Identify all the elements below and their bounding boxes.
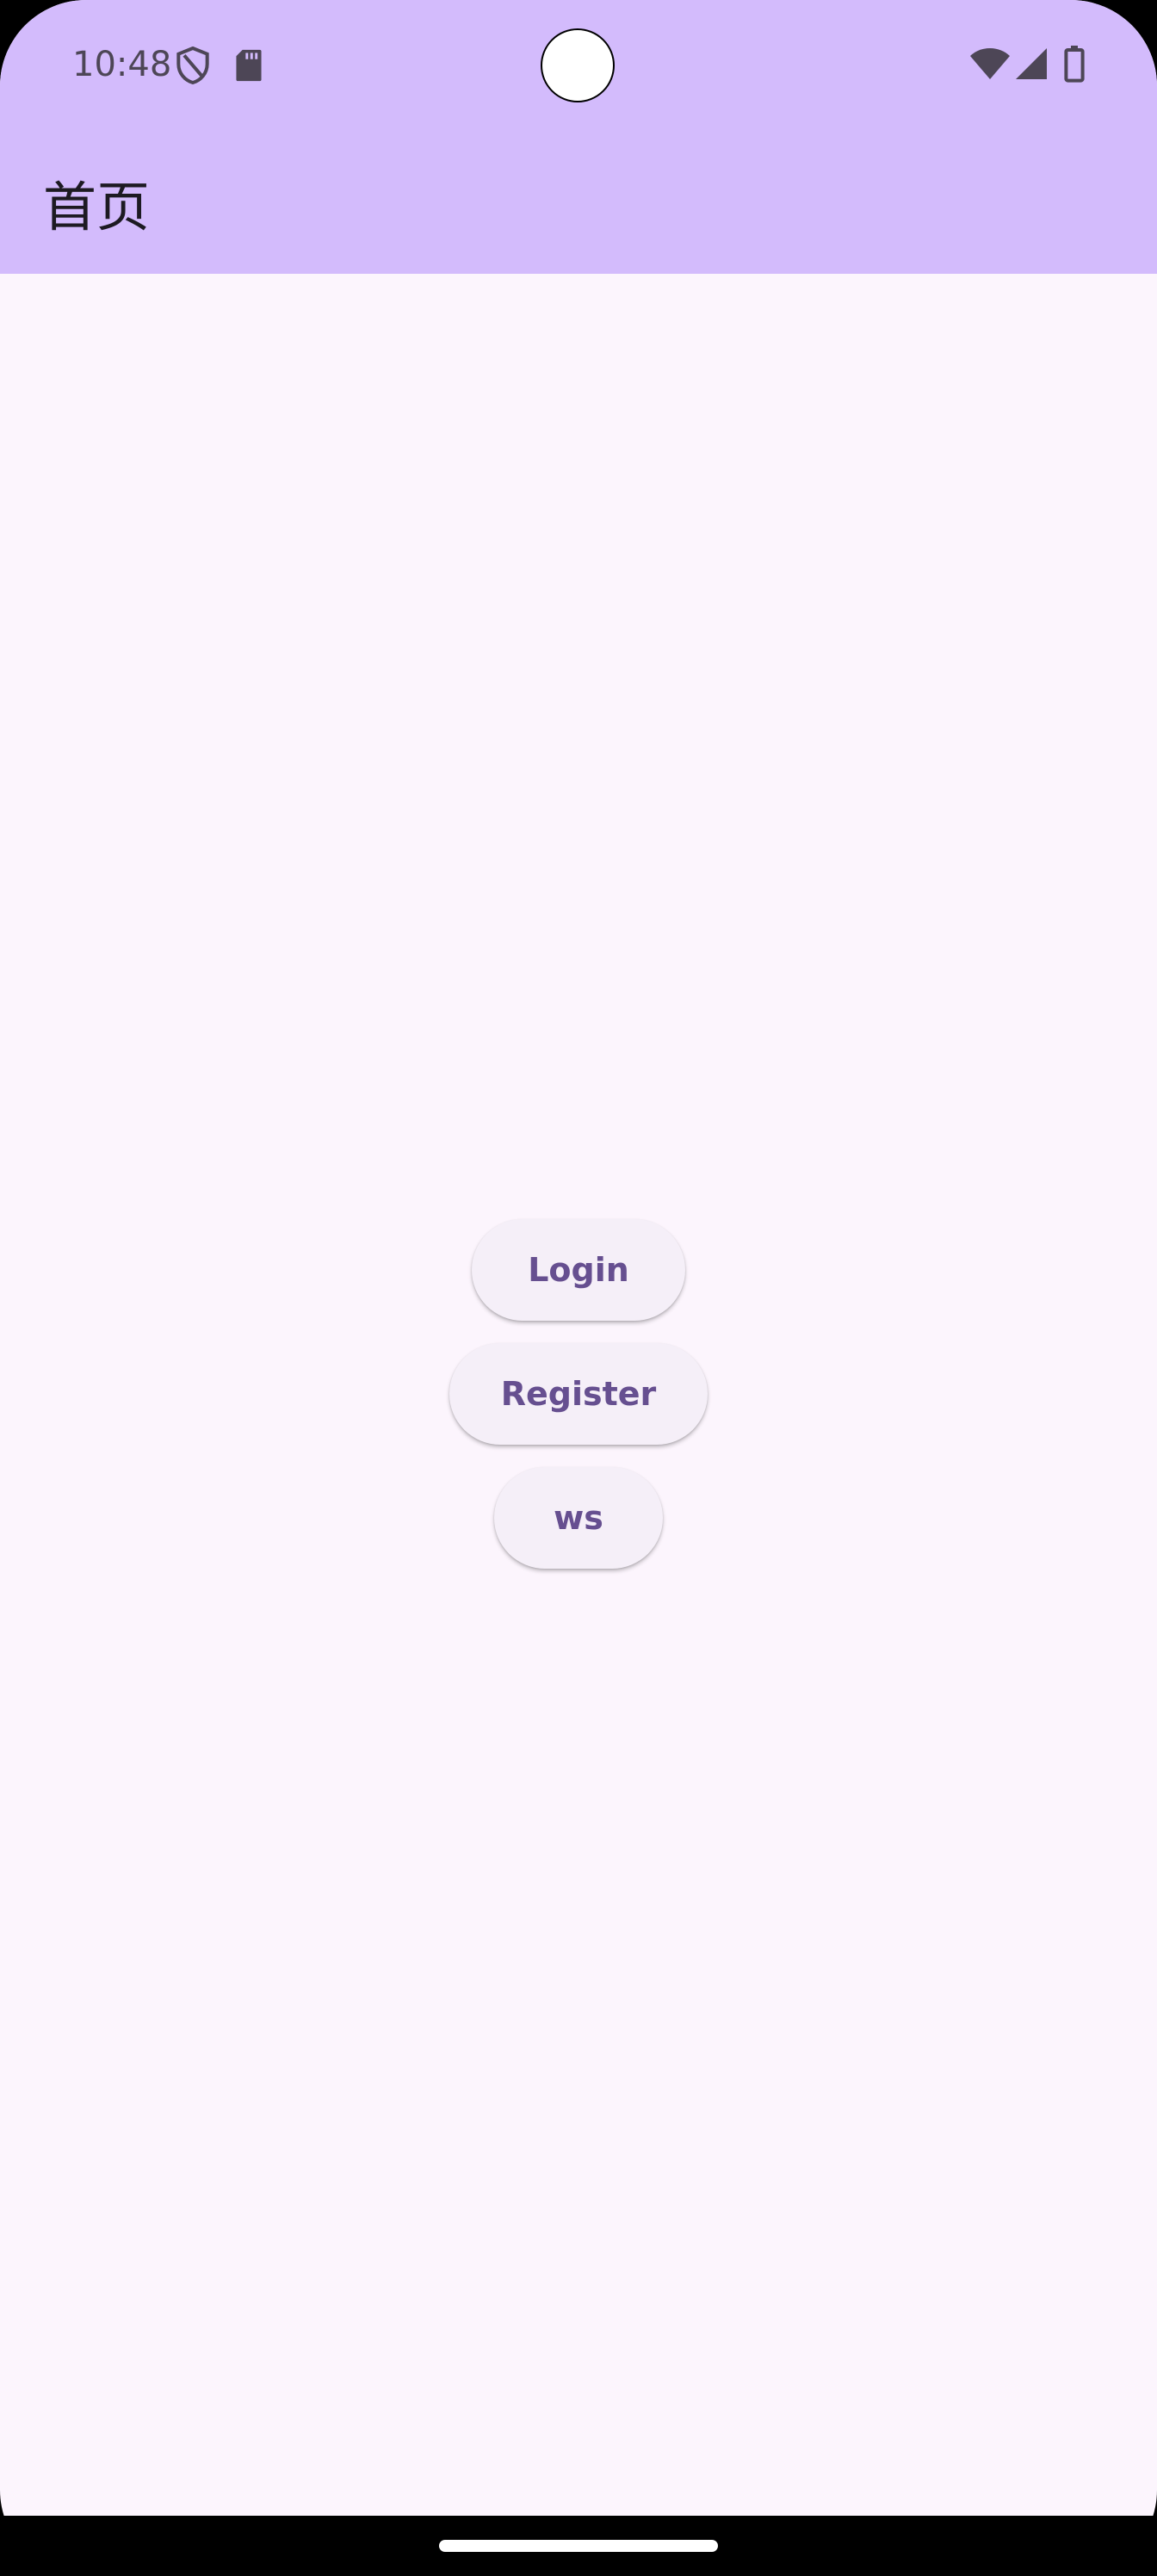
login-button-label: Login (528, 1251, 629, 1289)
page-title: 首页 (43, 176, 151, 238)
app-header: 10:48 首页 (0, 0, 1157, 274)
shield-icon (176, 46, 209, 84)
register-button[interactable]: Register (449, 1343, 708, 1445)
status-time: 10:48 (72, 45, 172, 84)
ws-button[interactable]: ws (494, 1467, 663, 1569)
register-button-label: Register (500, 1375, 657, 1413)
front-camera-cutout (541, 28, 615, 102)
home-indicator[interactable] (439, 2540, 718, 2552)
sd-card-icon (236, 49, 262, 82)
status-bar: 10:48 (0, 0, 1157, 129)
cellular-signal-icon (1016, 48, 1047, 79)
battery-icon (1064, 46, 1085, 83)
wifi-icon (970, 48, 1010, 79)
main-content: Login Register ws (0, 274, 1157, 2516)
login-button[interactable]: Login (472, 1219, 685, 1321)
phone-screen: 10:48 首页 Login Register ws (0, 0, 1157, 2576)
ws-button-label: ws (554, 1499, 603, 1537)
